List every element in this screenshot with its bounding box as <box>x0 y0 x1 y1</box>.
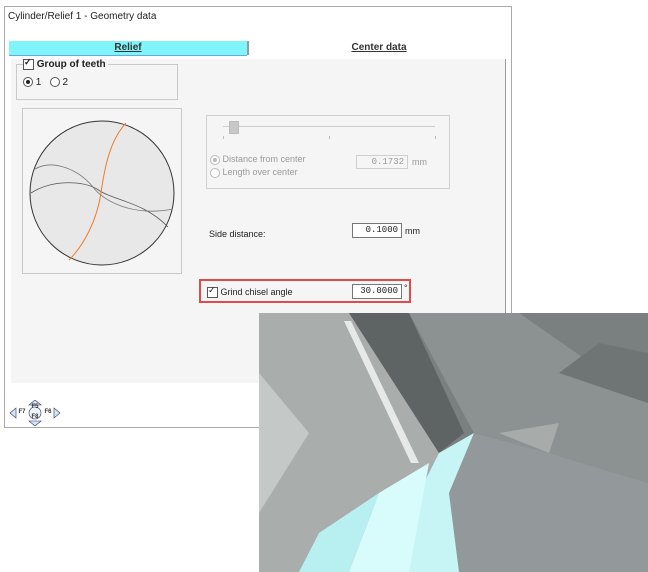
group-of-teeth-checkbox[interactable] <box>23 57 34 70</box>
position-slider-thumb[interactable] <box>229 121 239 134</box>
tab-relief-label: Relief <box>114 42 142 53</box>
grind-chisel-label: Grind chisel angle <box>220 287 293 297</box>
f6-key[interactable]: F6 <box>42 408 54 417</box>
cross-section-svg <box>29 120 175 266</box>
side-distance-label: Side distance: <box>209 229 266 239</box>
tab-center-data[interactable]: Center data <box>251 41 507 55</box>
distance-from-center-option[interactable]: Distance from center <box>210 154 306 165</box>
window-title: Cylinder/Relief 1 - Geometry data <box>5 7 511 27</box>
distance-from-center-label: Distance from center <box>222 154 306 164</box>
slider-tick <box>329 136 330 139</box>
group-of-teeth-label: Group of teeth <box>36 59 106 71</box>
teeth-group-radio-1-label: 1 <box>35 77 42 88</box>
length-over-center-option[interactable]: Length over center <box>210 167 298 178</box>
group-of-teeth-header: Group of teeth <box>23 57 108 71</box>
tab-strip: Relief Center data <box>9 41 507 59</box>
length-over-center-radio[interactable] <box>210 167 220 178</box>
tab-relief[interactable]: Relief <box>9 41 247 56</box>
grind-chisel-angle-field[interactable]: 30.0000 <box>352 284 402 299</box>
f5-key[interactable]: F5 <box>29 403 41 412</box>
side-distance-field[interactable]: 0.1000 <box>352 223 402 238</box>
tab-divider <box>247 41 249 55</box>
f8-key[interactable]: F8 <box>29 413 41 422</box>
distance-value-field[interactable]: 0.1732 <box>356 155 408 169</box>
group-of-teeth-box: Group of teeth 1 2 <box>16 57 178 100</box>
grind-chisel-checkbox[interactable] <box>207 285 218 299</box>
teeth-group-radio-2[interactable] <box>49 77 60 88</box>
tool-circle <box>29 120 175 266</box>
cross-section-diagram <box>22 108 182 274</box>
teeth-group-radio-2-label: 2 <box>62 77 69 88</box>
side-distance-unit: mm <box>405 226 420 236</box>
slider-tick <box>223 136 224 139</box>
f7-key[interactable]: F7 <box>16 408 28 417</box>
chisel-render-image <box>259 313 648 572</box>
distance-unit: mm <box>412 157 427 167</box>
grind-chisel-option[interactable]: Grind chisel angle <box>207 285 293 299</box>
teeth-group-radio-1[interactable] <box>23 77 33 88</box>
tab-center-data-label: Center data <box>351 42 407 53</box>
teeth-group-radios: 1 2 <box>23 77 68 88</box>
view-navigation-pad: F7 F5 F6 F8 <box>8 399 62 427</box>
grind-chisel-unit: ° <box>404 283 408 293</box>
chisel-3d-preview <box>259 313 648 572</box>
distance-from-center-radio[interactable] <box>210 154 220 165</box>
length-over-center-label: Length over center <box>222 167 298 177</box>
center-options-box: Distance from center Length over center … <box>206 115 450 189</box>
slider-tick <box>435 136 436 139</box>
position-slider-track <box>223 126 435 127</box>
